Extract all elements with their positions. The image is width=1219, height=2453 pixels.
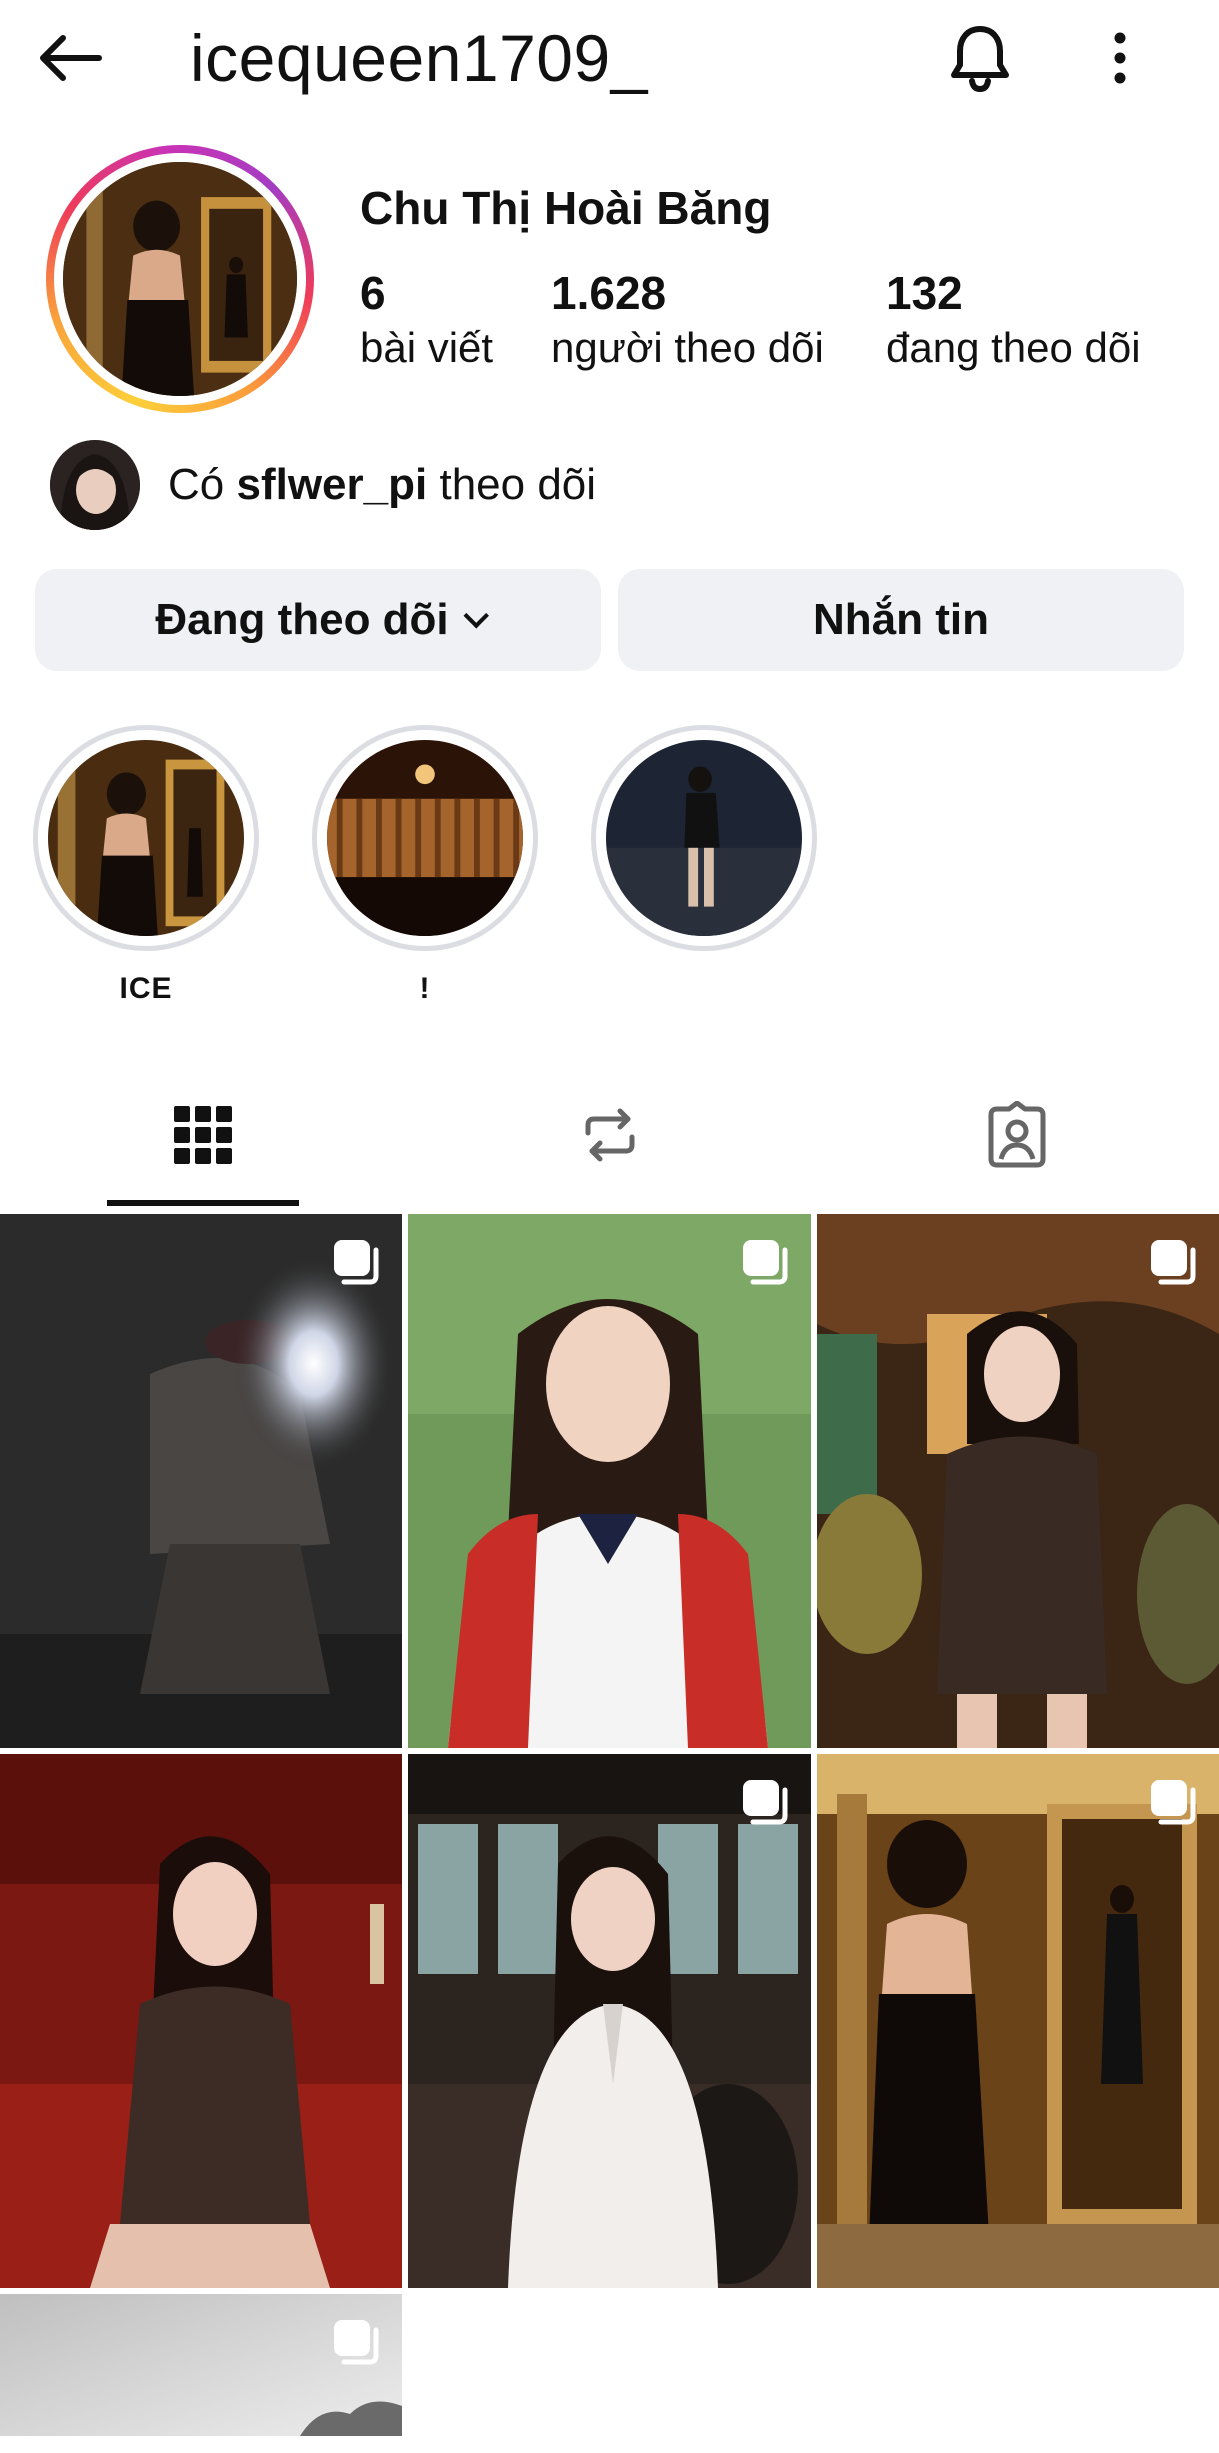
tab-reposts[interactable] xyxy=(515,1065,705,1205)
tagged-icon xyxy=(988,1101,1046,1168)
tab-posts[interactable] xyxy=(108,1065,298,1205)
more-vertical-icon xyxy=(1114,32,1126,84)
carousel-icon xyxy=(1151,1780,1196,1825)
message-button[interactable]: Nhắn tin xyxy=(618,569,1184,671)
carousel-icon xyxy=(334,1240,379,1285)
mutual-prefix: Có xyxy=(168,460,225,509)
bell-icon xyxy=(951,26,1009,93)
stat-posts-count: 6 xyxy=(360,267,386,319)
stat-following[interactable]: 132 đang theo dõi xyxy=(886,265,1141,375)
mutual-suffix: theo dõi xyxy=(439,460,597,509)
mutual-username: sflwer_pi xyxy=(236,460,428,509)
mutual-followers[interactable]: Có sflwer_pi theo dõi xyxy=(50,440,596,530)
post-thumbnail[interactable] xyxy=(0,1214,402,1748)
highlight-item[interactable]: ! xyxy=(312,725,538,1009)
active-tab-indicator xyxy=(107,1200,299,1206)
chevron-down-icon xyxy=(463,603,489,629)
highlight-label: ICE xyxy=(119,972,173,1005)
highlight-label: ! xyxy=(419,972,431,1005)
profile-avatar xyxy=(63,162,297,396)
reposts-icon xyxy=(585,1108,635,1162)
highlight-item[interactable]: ICE xyxy=(33,725,259,1009)
stat-following-count: 132 xyxy=(886,267,963,319)
tab-tagged[interactable] xyxy=(922,1065,1112,1205)
highlight-cover xyxy=(48,740,244,936)
stat-followers-count: 1.628 xyxy=(551,267,667,319)
grid-icon xyxy=(174,1106,232,1164)
following-button-label: Đang theo dõi xyxy=(155,595,449,644)
stat-posts-label: bài viết xyxy=(360,324,494,371)
highlight-cover xyxy=(327,740,523,936)
stat-followers[interactable]: 1.628 người theo dõi xyxy=(551,265,824,375)
arrow-left-icon xyxy=(40,35,102,81)
profile-username: icequeen1709_ xyxy=(190,21,648,95)
post-thumbnail[interactable] xyxy=(817,1214,1219,1748)
stat-following-label: đang theo dõi xyxy=(886,324,1141,371)
mutual-followers-text: Có sflwer_pi theo dõi xyxy=(168,460,596,510)
back-button[interactable] xyxy=(30,18,110,98)
profile-avatar-story-ring[interactable] xyxy=(46,145,314,413)
highlight-cover xyxy=(606,740,802,936)
highlight-label xyxy=(591,969,817,1009)
stat-followers-label: người theo dõi xyxy=(551,324,824,371)
post-thumbnail[interactable] xyxy=(408,1214,811,1748)
stat-posts[interactable]: 6 bài viết xyxy=(360,265,493,375)
post-thumbnail[interactable] xyxy=(0,2294,402,2436)
carousel-icon xyxy=(743,1780,788,1825)
more-options-button[interactable] xyxy=(1080,18,1160,98)
mutual-follower-avatar xyxy=(50,440,140,530)
following-button[interactable]: Đang theo dõi xyxy=(35,569,601,671)
notifications-button[interactable] xyxy=(940,18,1020,98)
profile-display-name: Chu Thị Hoài Băng xyxy=(360,182,772,234)
highlight-item[interactable] xyxy=(591,725,817,1009)
top-bar: icequeen1709_ xyxy=(0,0,1219,120)
carousel-icon xyxy=(1151,1240,1196,1285)
message-button-label: Nhắn tin xyxy=(813,595,989,644)
post-thumbnail[interactable] xyxy=(408,1754,811,2288)
bottom-edge xyxy=(0,2436,1219,2453)
post-thumbnail[interactable] xyxy=(0,1754,402,2288)
carousel-icon xyxy=(334,2320,379,2365)
carousel-icon xyxy=(743,1240,788,1285)
post-thumbnail[interactable] xyxy=(817,1754,1219,2288)
